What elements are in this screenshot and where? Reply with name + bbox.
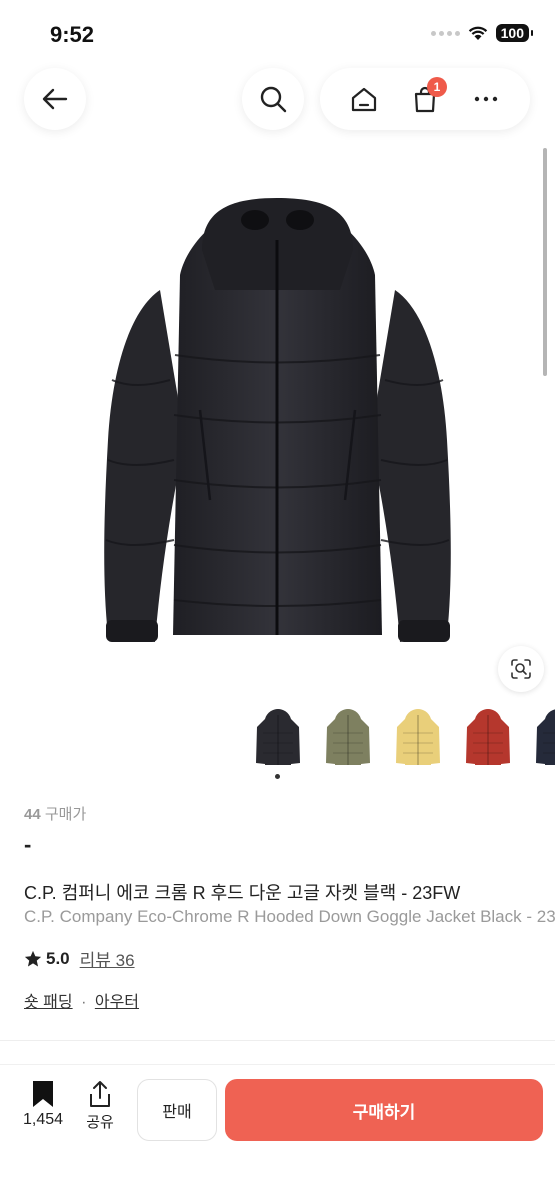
jacket-image (104, 198, 451, 642)
buyers-label: 구매가 (44, 806, 87, 823)
share-label: 공유 (86, 1114, 114, 1131)
rating-row: 5.0 리뷰 36 (24, 946, 135, 971)
category-breadcrumb: 숏 패딩 · 아우터 (24, 988, 139, 1012)
wifi-icon (468, 26, 487, 40)
bookmark-button[interactable]: 1,454 (18, 1079, 68, 1129)
jacket-thumbnail-icon (536, 709, 555, 765)
status-time: 9:52 (50, 22, 95, 47)
cellular-signal-icon (430, 30, 460, 36)
color-thumbnail[interactable] (248, 702, 308, 772)
jacket-thumbnail-icon (466, 709, 510, 765)
buy-button[interactable]: 구매하기 (225, 1079, 543, 1141)
share-icon (90, 1081, 110, 1107)
star-icon (24, 950, 42, 966)
color-thumbnail[interactable] (318, 702, 378, 772)
jacket-thumbnail-icon (396, 709, 440, 765)
bookmark-count: 1,454 (22, 1111, 64, 1128)
color-thumbnail[interactable] (458, 702, 518, 772)
status-indicators: 100 (430, 24, 534, 42)
more-button[interactable] (466, 79, 506, 119)
nav-action-group: 1 (320, 68, 530, 130)
product-image[interactable] (90, 180, 465, 660)
category-separator: · (81, 994, 87, 1011)
bookmark-icon (33, 1081, 53, 1107)
share-button[interactable]: 공유 (80, 1079, 120, 1132)
jacket-thumbnail-icon (326, 709, 370, 765)
cart-button[interactable]: 1 (405, 77, 447, 119)
bottom-action-bar: 1,454 공유 판매 구매하기 (0, 1064, 555, 1200)
buyers-number: 44 (24, 806, 41, 823)
cart-badge: 1 (426, 77, 447, 97)
image-search-button[interactable] (498, 646, 544, 692)
review-link[interactable]: 리뷰 36 (80, 946, 135, 971)
sell-button[interactable]: 판매 (137, 1079, 217, 1141)
home-icon (352, 87, 377, 112)
status-bar: 9:52 100 (0, 0, 555, 70)
category-link-outer[interactable]: 아우터 (95, 994, 139, 1011)
price: - (24, 832, 32, 857)
home-button[interactable] (344, 79, 384, 119)
camera-search-icon (511, 659, 531, 679)
more-horizontal-icon (474, 96, 497, 102)
color-thumbnail[interactable] (388, 702, 448, 772)
buyers-count: 44 구매가 (24, 803, 86, 824)
arrow-left-icon (42, 88, 68, 110)
search-icon (260, 86, 287, 113)
battery-indicator: 100 (495, 24, 534, 42)
divider (0, 1040, 555, 1041)
color-thumbnails (248, 702, 555, 772)
rating-score: 5.0 (46, 948, 70, 968)
search-button[interactable] (242, 68, 304, 130)
product-title-ko: C.P. 컴퍼니 에코 크롬 R 후드 다운 고글 자켓 블랙 - 23FW (24, 883, 461, 903)
color-thumbnail[interactable] (528, 702, 555, 772)
category-link-short-padding[interactable]: 숏 패딩 (24, 994, 73, 1011)
selected-thumbnail-indicator (275, 774, 280, 779)
back-button[interactable] (24, 68, 86, 130)
scrollbar[interactable] (543, 148, 547, 376)
product-title-en: C.P. Company Eco-Chrome R Hooded Down Go… (24, 907, 555, 926)
jacket-thumbnail-icon (256, 709, 300, 765)
